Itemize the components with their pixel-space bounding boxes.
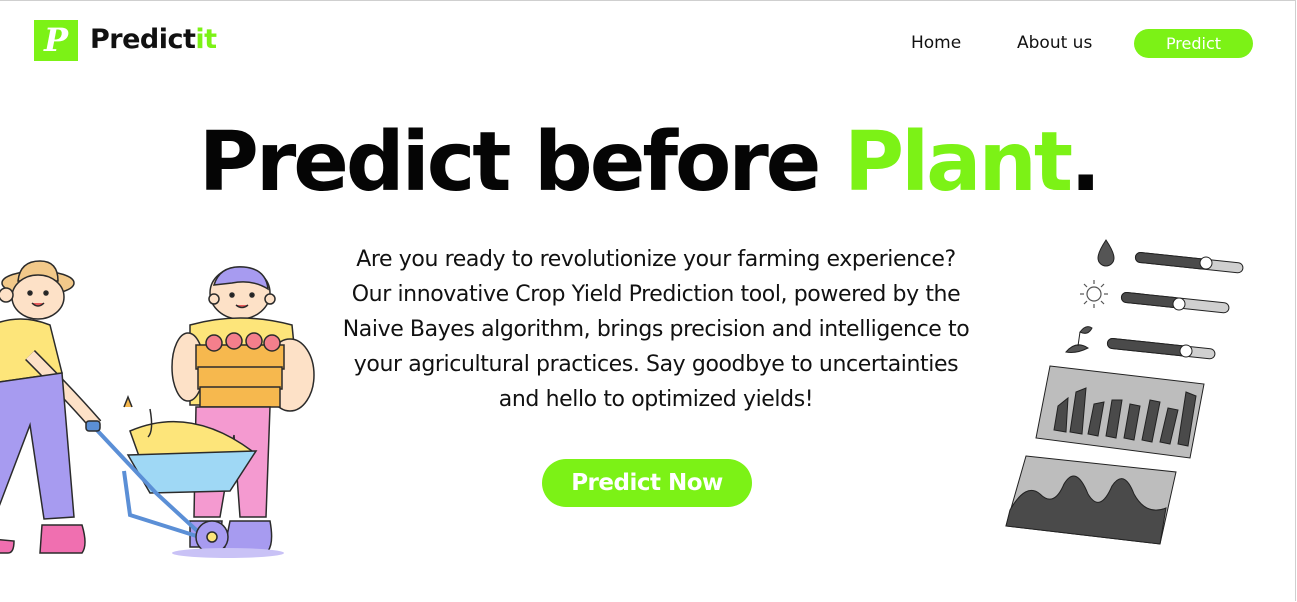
- predict-now-button[interactable]: Predict Now: [542, 459, 752, 507]
- nav-predict-button[interactable]: Predict: [1134, 29, 1253, 58]
- tagline-line: Are you ready to revolutionize your farm…: [356, 247, 956, 272]
- brand-main: Predict: [90, 24, 196, 55]
- brand-name[interactable]: Predictit: [90, 24, 217, 55]
- crop-data-dashboard-illustration: [1005, 239, 1244, 545]
- headline-main: Predict before: [198, 115, 844, 210]
- logo-icon[interactable]: P: [34, 20, 78, 61]
- tagline-line: and hello to optimized yields!: [498, 387, 814, 412]
- tagline-line: Naive Bayes algorithm, brings precision …: [342, 317, 970, 342]
- moisture-slider: [1134, 251, 1244, 274]
- tagline-line: Our innovative Crop Yield Prediction too…: [351, 282, 961, 307]
- sprout-icon: [1065, 326, 1093, 353]
- tagline-line: your agricultural practices. Say goodbye…: [353, 352, 959, 377]
- farmer-with-hat: [0, 260, 102, 554]
- bar-chart-card: [1035, 365, 1205, 459]
- soil-slider: [1106, 337, 1216, 360]
- sunlight-slider: [1120, 291, 1230, 314]
- brand-accent: it: [195, 24, 217, 55]
- hero-tagline: Are you ready to revolutionize your farm…: [300, 242, 1012, 417]
- water-drop-icon: [1097, 239, 1115, 267]
- headline-end: .: [1070, 115, 1101, 210]
- logo-letter: P: [43, 20, 69, 59]
- nav-about-link[interactable]: About us: [1017, 33, 1092, 53]
- farmers-illustration: [0, 260, 315, 558]
- nav-home-link[interactable]: Home: [911, 33, 961, 53]
- sun-icon: [1080, 280, 1108, 308]
- headline-accent: Plant: [843, 115, 1073, 210]
- area-chart-card: [1005, 455, 1177, 545]
- farmer-with-basket: [171, 266, 315, 552]
- hero-headline: Predict before Plant.: [0, 115, 1297, 210]
